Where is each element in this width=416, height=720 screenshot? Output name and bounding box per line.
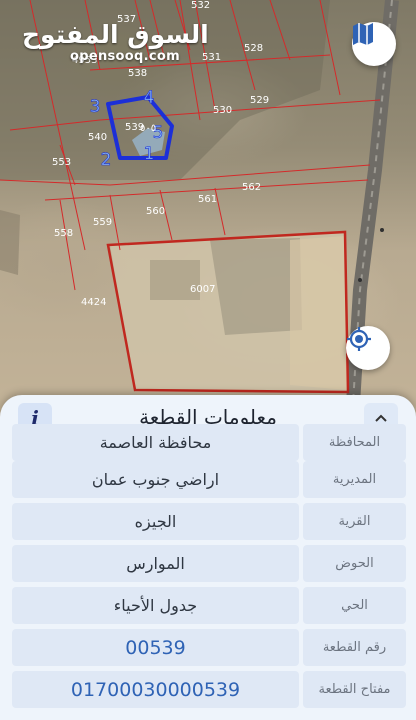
detail-value: 01700030000539 — [12, 671, 299, 708]
chevron-up-icon — [375, 414, 387, 422]
parcel-number-label: 529 — [250, 95, 269, 106]
corner-marker: 2 — [101, 150, 112, 170]
detail-label: مفتاح القطعة — [303, 671, 406, 708]
parcel-number-label: 530 — [213, 105, 232, 116]
parcel-number-label: 562 — [242, 182, 261, 193]
parcel-number-label: 558 — [54, 228, 73, 239]
detail-row-parcel-key: 01700030000539 مفتاح القطعة — [0, 671, 416, 713]
detail-value: الموارس — [12, 545, 299, 582]
detail-row-parcel-number: 00539 رقم القطعة — [0, 629, 416, 671]
detail-label: الحوض — [303, 545, 406, 582]
parcel-number-label: 4424 — [81, 297, 106, 308]
parcel-number-label: 528 — [244, 43, 263, 54]
detail-row-neighborhood: جدول الأحياء الحي — [0, 587, 416, 629]
detail-label: الحي — [303, 587, 406, 624]
detail-value: 00539 — [12, 629, 299, 666]
corner-marker: 1 — [144, 144, 155, 164]
detail-label: القرية — [303, 503, 406, 540]
detail-row-village: الجيزه القرية — [0, 503, 416, 545]
detail-value: اراضي جنوب عمان — [12, 461, 299, 498]
corner-marker: 4 — [144, 88, 155, 108]
map-layers-button[interactable] — [352, 22, 396, 66]
logo-subtext: opensooq.com — [70, 49, 180, 64]
detail-value: الجيزه — [12, 503, 299, 540]
detail-label: رقم القطعة — [303, 629, 406, 666]
my-location-button[interactable] — [346, 326, 390, 370]
map-icon — [353, 23, 373, 45]
parcel-number-label: 560 — [146, 206, 165, 217]
detail-row-directorate: اراضي جنوب عمان المديرية — [0, 461, 416, 503]
parcel-number-label: 532 — [191, 0, 210, 11]
parcel-number-label: 553 — [52, 157, 71, 168]
satellite-map[interactable]: 537 532 4953 528 538 531 529 530 539 540 553 562 561… — [0, 0, 416, 420]
detail-value: جدول الأحياء — [12, 587, 299, 624]
detail-label: المديرية — [303, 461, 406, 498]
parcel-info-sheet: i معلومات القطعة محافظة العاصمة المحافظة… — [0, 395, 416, 720]
parcel-number-label: 559 — [93, 217, 112, 228]
crosshair-icon — [347, 327, 371, 351]
detail-row-basin: الموارس الحوض — [0, 545, 416, 587]
detail-label: المحافظة — [303, 424, 406, 461]
corner-marker: 3 — [90, 97, 101, 117]
parcel-number-label: 538 — [128, 68, 147, 79]
detail-value: محافظة العاصمة — [12, 424, 299, 461]
parcel-number-label: 6007 — [190, 284, 215, 295]
parcel-tag: ٥٠٥ — [140, 123, 156, 134]
parcel-details-list: محافظة العاصمة المحافظة اراضي جنوب عمان … — [0, 424, 416, 713]
logo-text: السوق المفتوح — [22, 20, 209, 49]
detail-row-governorate: محافظة العاصمة المحافظة — [0, 424, 416, 461]
opensooq-logo: السوق المفتوح opensooq.com — [22, 22, 209, 63]
parcel-number-label: 561 — [198, 194, 217, 205]
parcel-number-label: 540 — [88, 132, 107, 143]
